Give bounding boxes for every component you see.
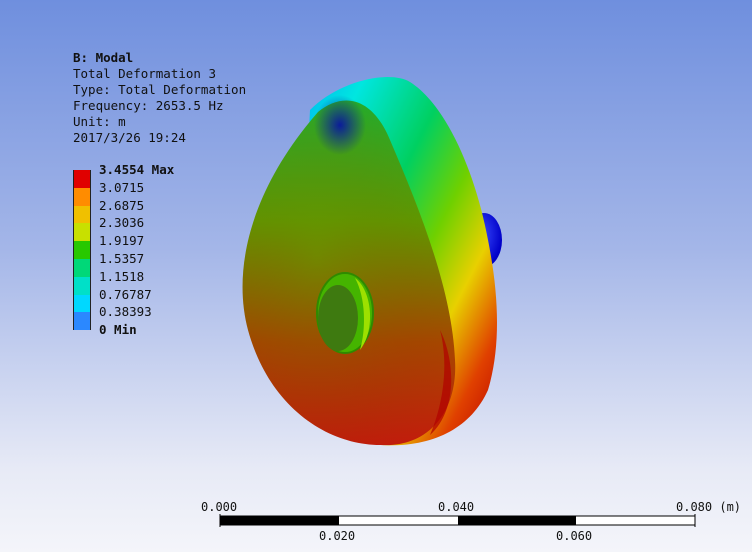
legend-row: 0.76787: [73, 286, 233, 313]
result-frequency: Frequency: 2653.5 Hz: [73, 98, 224, 113]
legend-label: 0.76787: [99, 286, 152, 302]
legend-label: 2.3036: [99, 215, 145, 231]
result-unit: Unit: m: [73, 114, 126, 129]
min-deformation-spot: [314, 95, 366, 155]
legend-label: 3.0715: [99, 179, 145, 195]
legend-label: 0 Min: [99, 322, 137, 338]
legend-label: 1.5357: [99, 251, 145, 266]
legend-row: 1.9197: [73, 233, 233, 260]
legend-label: 1.1518: [99, 268, 145, 284]
legend-row: 2.3036: [73, 215, 233, 242]
result-timestamp: 2017/3/26 19:24: [73, 130, 186, 145]
graphics-viewport[interactable]: B: Modal Total Deformation 3 Type: Total…: [0, 0, 752, 552]
result-type: Type: Total Deformation: [73, 82, 247, 97]
legend-row: 0.38393: [73, 304, 233, 331]
analysis-title: B: Modal: [73, 50, 134, 65]
legend-row: 0 Min: [73, 322, 233, 340]
result-info-panel: B: Modal Total Deformation 3 Type: Total…: [73, 50, 246, 146]
legend-label: 3.4554 Max: [99, 162, 175, 177]
legend-row: 3.0715: [73, 179, 233, 206]
legend-label: 2.6875: [99, 197, 145, 213]
legend-label: 0.38393: [99, 304, 152, 320]
legend-row: 1.1518: [73, 268, 233, 295]
legend-row: 3.4554 Max: [73, 162, 233, 188]
legend-row: 1.5357: [73, 251, 233, 277]
result-name: Total Deformation 3: [73, 66, 216, 81]
legend-row: 2.6875: [73, 197, 233, 224]
legend-label: 1.9197: [99, 233, 145, 249]
